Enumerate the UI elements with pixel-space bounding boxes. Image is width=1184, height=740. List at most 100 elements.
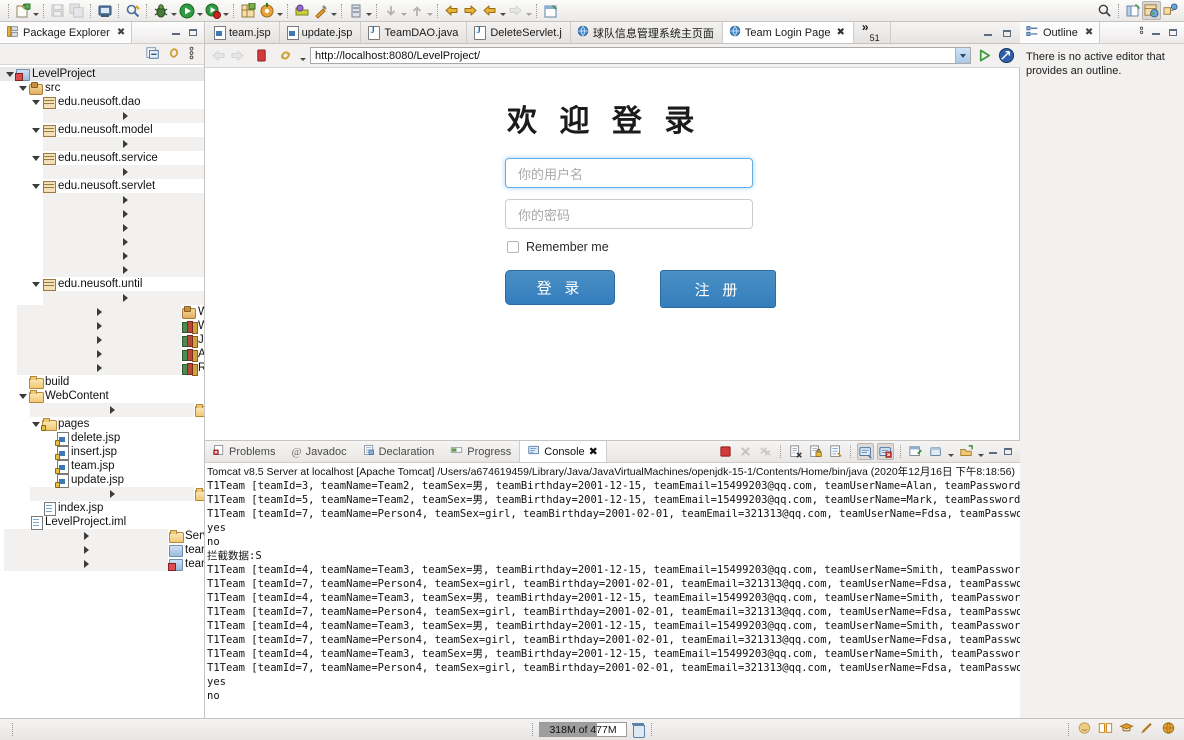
remove-launch-icon[interactable] xyxy=(737,443,754,460)
smiley-icon[interactable] xyxy=(1077,721,1092,738)
tree-row[interactable]: Servers xyxy=(0,529,204,543)
next-edit-button[interactable] xyxy=(506,1,525,20)
display-selected-console-icon[interactable] xyxy=(927,443,944,460)
tree-row[interactable]: update.jsp xyxy=(0,473,204,487)
globe-icon[interactable] xyxy=(1161,721,1176,738)
toggle-mark-occurrences-button[interactable] xyxy=(123,1,142,20)
console-panel-tab[interactable]: Problems xyxy=(205,441,283,462)
debug-dropdown[interactable] xyxy=(170,1,177,20)
tree-row[interactable]: edu.neusoft.until xyxy=(0,277,204,291)
tree-row[interactable]: Servlet.java xyxy=(0,249,204,263)
browser-content[interactable]: 欢 迎 登 录 你的用户名 你的密码 Remember me 登 录 xyxy=(205,68,1020,440)
tree-row[interactable]: DeleteServlet.java xyxy=(0,193,204,207)
tree-row[interactable]: META-INF xyxy=(0,403,204,417)
next-annotation-button[interactable] xyxy=(381,1,400,20)
scroll-lock-icon[interactable] xyxy=(807,443,824,460)
run-garbage-collector-icon[interactable] xyxy=(631,722,645,737)
expand-arrow-icon[interactable] xyxy=(17,319,181,333)
terminate-icon[interactable] xyxy=(717,443,734,460)
tree-row[interactable]: Apache Tomcat v8.5 [Apache Tomca xyxy=(0,347,204,361)
expand-arrow-icon[interactable] xyxy=(17,333,181,347)
tab-outline[interactable]: Outline ✖ xyxy=(1020,22,1100,43)
new-java-package-button[interactable] xyxy=(238,1,257,20)
collapse-arrow-icon[interactable] xyxy=(4,67,15,81)
browser-stop-icon[interactable] xyxy=(250,46,272,66)
editor-tab[interactable]: Team Login Page✖ xyxy=(723,22,854,43)
perspective-java-ee-button[interactable] xyxy=(1142,1,1161,20)
tree-row[interactable]: InsertServlet.java xyxy=(0,207,204,221)
run-button[interactable] xyxy=(177,1,196,20)
clear-console-icon[interactable] xyxy=(787,443,804,460)
tree-row[interactable]: edu.neusoft.dao xyxy=(0,95,204,109)
new-class-dropdown[interactable] xyxy=(276,1,283,20)
browser-go-icon[interactable] xyxy=(975,47,993,65)
save-all-button[interactable] xyxy=(67,1,86,20)
tree-row[interactable]: edu.neusoft.servlet xyxy=(0,179,204,193)
remember-me-checkbox[interactable] xyxy=(507,241,519,253)
word-wrap-icon[interactable] xyxy=(827,443,844,460)
tree-row[interactable]: LevelProject xyxy=(0,67,204,81)
expand-arrow-icon[interactable] xyxy=(43,109,204,123)
server-button[interactable] xyxy=(346,1,365,20)
collapse-all-icon[interactable] xyxy=(146,46,160,63)
close-icon[interactable]: ✖ xyxy=(1085,27,1093,38)
expand-arrow-icon[interactable] xyxy=(17,305,181,319)
coverage-dropdown[interactable] xyxy=(222,1,229,20)
tree-row[interactable]: LevelProject.iml xyxy=(0,515,204,529)
previous-edit-button[interactable] xyxy=(480,1,499,20)
tree-row[interactable]: pages xyxy=(0,417,204,431)
tree-row[interactable]: Web App Libraries xyxy=(0,319,204,333)
console-panel-tab[interactable]: @Javadoc xyxy=(283,441,354,462)
editor-tab-overflow[interactable]: »51 xyxy=(854,22,891,43)
expand-arrow-icon[interactable] xyxy=(4,543,168,557)
editor-tab[interactable]: team.jsp xyxy=(207,22,280,43)
expand-arrow-icon[interactable] xyxy=(43,263,204,277)
back-button[interactable] xyxy=(442,1,461,20)
browser-back-icon[interactable] xyxy=(210,48,226,64)
expand-arrow-icon[interactable] xyxy=(43,165,204,179)
search-icon[interactable] xyxy=(1095,1,1114,20)
tree-row[interactable]: team-manage xyxy=(0,543,204,557)
expand-arrow-icon[interactable] xyxy=(17,347,181,361)
maximize-icon[interactable] xyxy=(187,27,199,38)
tree-row[interactable]: JRE System Library [JavaSE-1.8] xyxy=(0,333,204,347)
next-edit-dropdown[interactable] xyxy=(525,1,532,20)
previous-edit-dropdown[interactable] xyxy=(499,1,506,20)
browser-url-input[interactable]: http://localhost:8080/LevelProject/ xyxy=(310,47,971,64)
package-explorer-tree[interactable]: LevelProjectsrcedu.neusoft.daoTeamDAO.ja… xyxy=(0,65,204,718)
collapse-arrow-icon[interactable] xyxy=(30,151,41,165)
display-selected-console-dropdown[interactable] xyxy=(947,442,954,461)
close-icon[interactable]: ✖ xyxy=(589,445,598,458)
tree-row[interactable]: team-manage1.0 xyxy=(0,557,204,571)
tree-row[interactable]: Service.java xyxy=(0,165,204,179)
console-maximize-icon[interactable] xyxy=(1002,446,1014,457)
collapse-arrow-icon[interactable] xyxy=(30,277,41,291)
tree-row[interactable]: insert.jsp xyxy=(0,445,204,459)
run-dropdown[interactable] xyxy=(196,1,203,20)
tree-row[interactable]: WEB-INF xyxy=(0,487,204,501)
tree-row[interactable]: QueryServlet.java xyxy=(0,235,204,249)
tree-row[interactable]: build xyxy=(0,375,204,389)
expand-arrow-icon[interactable] xyxy=(4,529,168,543)
console-panel-tab[interactable]: Declaration xyxy=(355,441,443,462)
previous-annotation-dropdown[interactable] xyxy=(426,1,433,20)
tree-row[interactable]: team.jsp xyxy=(0,459,204,473)
console-output[interactable]: Tomcat v8.5 Server at localhost [Apache … xyxy=(205,463,1020,718)
tree-row[interactable]: MainServlet.java xyxy=(0,221,204,235)
username-input[interactable]: 你的用户名 xyxy=(505,158,753,188)
show-console-on-error-icon[interactable] xyxy=(877,443,894,460)
tree-row[interactable]: WebContent/WEB-INF/lib xyxy=(0,305,204,319)
expand-arrow-icon[interactable] xyxy=(43,249,204,263)
register-button[interactable]: 注 册 xyxy=(660,270,776,308)
tree-row[interactable]: src xyxy=(0,81,204,95)
expand-arrow-icon[interactable] xyxy=(43,291,204,305)
expand-arrow-icon[interactable] xyxy=(30,403,194,417)
graduation-cap-icon[interactable] xyxy=(1119,721,1134,738)
book-icon[interactable] xyxy=(1098,721,1113,738)
new-editor-button[interactable] xyxy=(541,1,560,20)
remember-me-row[interactable]: Remember me xyxy=(507,240,1019,254)
expand-arrow-icon[interactable] xyxy=(43,207,204,221)
tree-row[interactable]: edu.neusoft.model xyxy=(0,123,204,137)
minimize-icon[interactable] xyxy=(1150,27,1162,38)
open-console-dropdown[interactable] xyxy=(977,442,984,461)
